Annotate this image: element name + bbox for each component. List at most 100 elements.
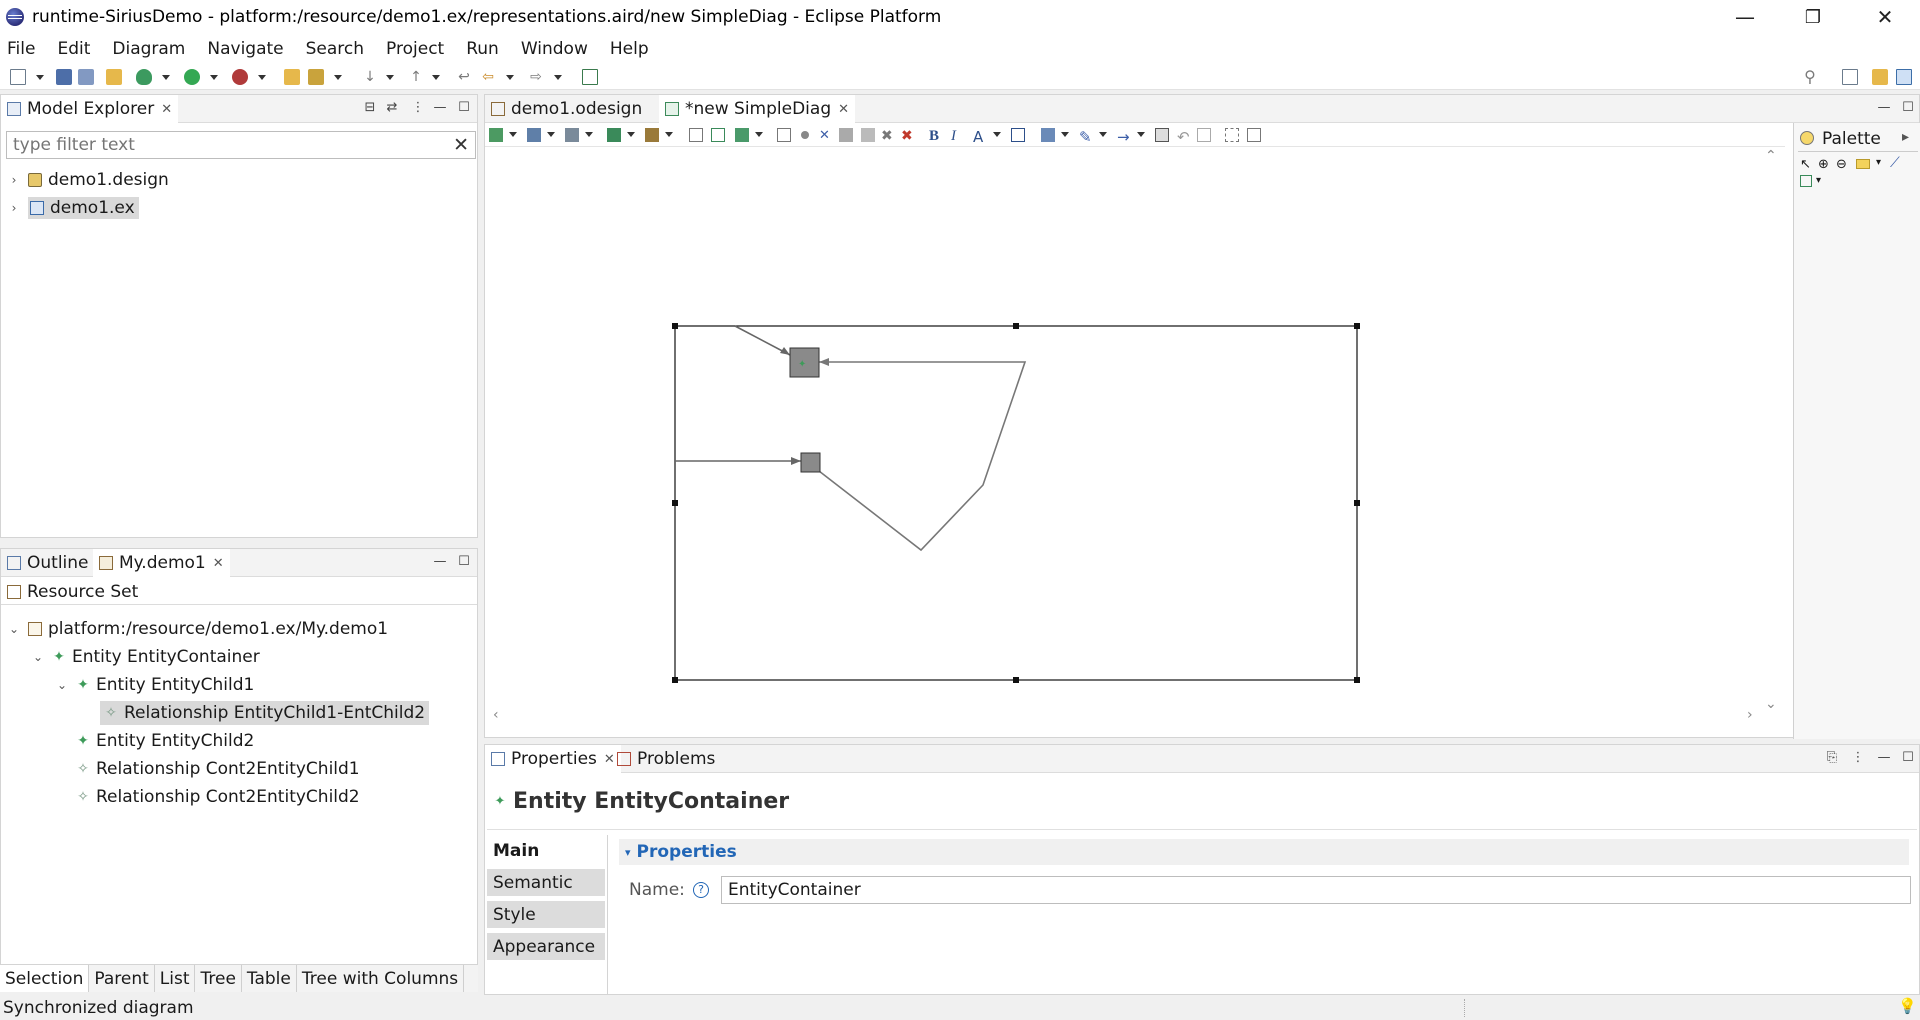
dropdown-icon[interactable] <box>993 132 1001 137</box>
hide-label-icon[interactable] <box>839 128 853 142</box>
delete-from-model-icon[interactable]: ✖ <box>901 128 915 144</box>
dropdown-icon[interactable] <box>755 132 763 137</box>
tab-problems[interactable]: Problems <box>611 745 721 773</box>
forward-dropdown-icon[interactable] <box>554 75 562 80</box>
select-tool-icon[interactable]: ↖ <box>1800 157 1811 172</box>
entity-child2-node[interactable] <box>800 452 821 473</box>
tree-row[interactable]: ⌄ ✦ Entity EntityContainer <box>32 645 260 669</box>
side-tab-style[interactable]: Style <box>487 901 605 929</box>
collapse-palette-icon[interactable]: ▸ <box>1902 129 1909 145</box>
maximize-icon[interactable]: ☐ <box>1901 101 1915 115</box>
delete-icon[interactable]: ✖ <box>881 128 895 144</box>
entity-container-node[interactable] <box>674 325 1358 681</box>
dropdown-icon[interactable] <box>627 132 635 137</box>
new-icon[interactable] <box>10 69 26 85</box>
next-annotation-dropdown-icon[interactable] <box>386 75 394 80</box>
maximize-icon[interactable]: ☐ <box>1901 751 1915 765</box>
tab-tree-with-columns[interactable]: Tree with Columns <box>297 965 465 992</box>
dropdown-icon[interactable] <box>547 132 555 137</box>
close-icon[interactable]: ✕ <box>161 102 172 117</box>
tree-row[interactable]: ✧ Relationship Cont2EntityChild1 <box>76 757 360 781</box>
view-menu-icon[interactable]: ⋮ <box>1851 751 1865 765</box>
tab-selection[interactable]: Selection <box>0 965 90 992</box>
chevron-right-icon[interactable]: › <box>8 173 20 187</box>
scroll-down-icon[interactable]: ⌄ <box>1765 696 1777 712</box>
tree-row[interactable]: ✦ Entity EntityChild2 <box>76 729 254 753</box>
line-style-icon[interactable]: → <box>1117 128 1131 146</box>
copy-format-icon[interactable] <box>1197 128 1211 142</box>
lightbulb-icon[interactable]: 💡 <box>1898 997 1917 1015</box>
last-edit-icon[interactable]: ↩ <box>456 69 472 85</box>
tab-tree[interactable]: Tree <box>195 965 242 992</box>
close-icon[interactable]: ✕ <box>838 102 849 117</box>
filter-field[interactable]: ✕ <box>6 131 476 159</box>
name-field[interactable]: EntityContainer <box>721 876 1911 904</box>
snap-to-grid-icon[interactable] <box>1225 128 1239 142</box>
bold-icon[interactable]: B <box>929 128 943 144</box>
dropdown-icon[interactable] <box>665 132 673 137</box>
side-tab-appearance[interactable]: Appearance <box>487 933 605 961</box>
pin-editor-icon[interactable] <box>582 69 598 85</box>
debug-dropdown-icon[interactable] <box>162 75 170 80</box>
diagram-canvas[interactable]: ✦ ⌃ ⌄ <box>485 148 1777 724</box>
tree-item-demo1-design[interactable]: › demo1.design <box>8 168 169 192</box>
undo-style-icon[interactable]: ↶ <box>1177 128 1191 146</box>
menu-help[interactable]: Help <box>607 39 652 59</box>
tab-new-simplediag[interactable]: *new SimpleDiag ✕ <box>659 95 856 123</box>
scroll-up-icon[interactable]: ⌃ <box>1765 148 1777 164</box>
clear-filter-icon[interactable]: ✕ <box>453 134 469 156</box>
arrange-icon[interactable] <box>607 128 621 142</box>
dropdown-icon[interactable] <box>585 132 593 137</box>
font-color-icon[interactable]: A <box>973 128 987 146</box>
close-icon[interactable]: ✕ <box>213 556 224 571</box>
collapse-all-icon[interactable]: ⊟ <box>363 101 377 115</box>
side-tab-semantic[interactable]: Semantic <box>487 869 605 897</box>
entity-tool-icon[interactable] <box>1800 175 1812 187</box>
minimize-button[interactable]: — <box>1710 0 1780 34</box>
back-icon[interactable]: ⇦ <box>480 69 496 85</box>
maximize-icon[interactable]: ☐ <box>457 101 471 115</box>
tree-row[interactable]: ⌄ platform:/resource/demo1.ex/My.demo1 <box>8 617 388 641</box>
tab-list[interactable]: List <box>155 965 196 992</box>
align-icon[interactable] <box>645 128 659 142</box>
properties-section-header[interactable]: ▾ Properties <box>619 839 1909 865</box>
note-attachment-icon[interactable]: ⟋ <box>1890 155 1900 171</box>
save-all-icon[interactable] <box>78 69 94 85</box>
tab-properties[interactable]: Properties ✕ <box>485 745 621 773</box>
style-icon[interactable] <box>1155 128 1169 142</box>
menu-edit[interactable]: Edit <box>54 39 93 59</box>
external-tools-icon[interactable] <box>232 69 248 85</box>
scroll-right-icon[interactable]: › <box>1747 707 1753 723</box>
font-icon[interactable] <box>1011 128 1025 142</box>
tab-table[interactable]: Table <box>242 965 297 992</box>
help-icon[interactable]: ? <box>693 882 709 898</box>
tab-model-explorer[interactable]: Model Explorer ✕ <box>1 95 179 123</box>
menu-search[interactable]: Search <box>303 39 367 59</box>
restore-button[interactable]: ❐ <box>1778 0 1848 34</box>
zoom-fit-icon[interactable] <box>1247 128 1261 142</box>
menu-run[interactable]: Run <box>463 39 502 59</box>
menu-file[interactable]: File <box>4 39 38 59</box>
open-type-icon[interactable] <box>284 69 300 85</box>
modeling-perspective-icon[interactable] <box>1896 69 1912 85</box>
dropdown-icon[interactable] <box>1137 132 1145 137</box>
chevron-down-icon[interactable]: ▾ <box>625 846 631 859</box>
export-image-icon[interactable] <box>777 128 791 142</box>
pin-view-icon[interactable]: ⎘ <box>1825 751 1839 765</box>
diagram-svg[interactable]: ✦ <box>485 148 1771 724</box>
previous-annotation-icon[interactable]: ↑ <box>408 69 424 85</box>
dropdown-icon[interactable]: ▾ <box>1816 175 1821 186</box>
italic-icon[interactable]: I <box>951 128 965 144</box>
menu-navigate[interactable]: Navigate <box>204 39 286 59</box>
tree-row[interactable]: ⌄ ✦ Entity EntityChild1 <box>56 673 254 697</box>
new-dropdown-icon[interactable] <box>36 75 44 80</box>
dropdown-icon[interactable] <box>1061 132 1069 137</box>
tree-row-selected[interactable]: ✧ Relationship EntityChild1-EntChild2 <box>100 701 430 725</box>
side-tab-main[interactable]: Main <box>487 837 605 865</box>
menu-diagram[interactable]: Diagram <box>109 39 188 59</box>
minimize-icon[interactable]: — <box>1877 101 1891 115</box>
filter-icon[interactable] <box>565 128 579 142</box>
search-icon[interactable]: ⚲ <box>1802 69 1818 85</box>
hide-icon[interactable]: ✕ <box>819 128 833 143</box>
minimize-icon[interactable]: — <box>433 555 447 569</box>
